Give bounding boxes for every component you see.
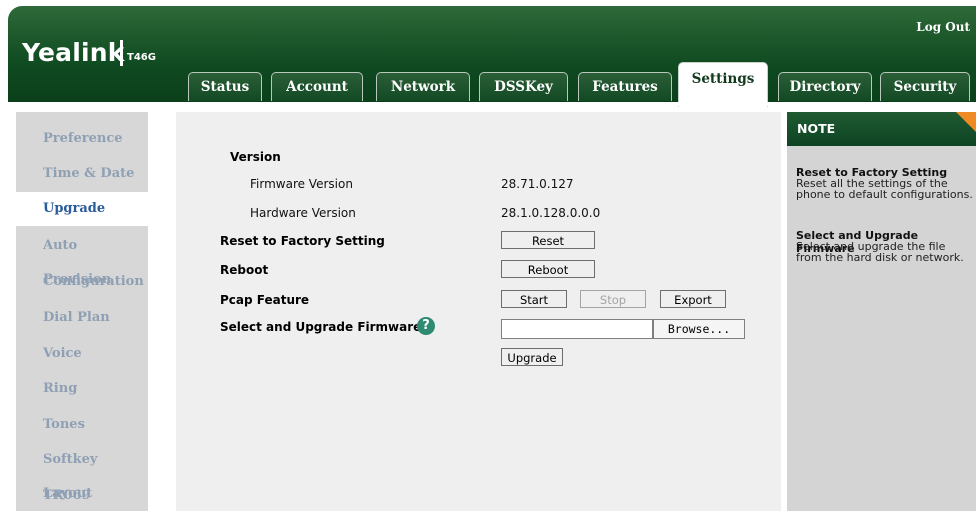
reset-button[interactable]: Reset bbox=[501, 231, 595, 249]
logo-separator bbox=[120, 40, 123, 66]
app-frame: Yealink T46G Log Out Status Account Netw… bbox=[8, 6, 976, 511]
sidebar-item-configuration[interactable]: Configuration bbox=[16, 265, 148, 299]
upgrade-firmware-label: Select and Upgrade Firmware bbox=[220, 320, 422, 334]
model-label: T46G bbox=[127, 52, 156, 63]
reboot-button[interactable]: Reboot bbox=[501, 260, 595, 278]
sidebar-item-softkey-layout[interactable]: Softkey Layout bbox=[16, 443, 148, 501]
tab-directory[interactable]: Directory bbox=[778, 72, 872, 101]
sidebar-item-dial-plan[interactable]: Dial Plan bbox=[16, 301, 148, 335]
sidebar-item-tr069[interactable]: TR069 bbox=[16, 479, 148, 513]
sidebar-item-upgrade[interactable]: Upgrade bbox=[16, 192, 148, 226]
firmware-version-label: Firmware Version bbox=[250, 177, 353, 191]
brand-logo: Yealink bbox=[22, 38, 125, 67]
sidebar-item-tones[interactable]: Tones bbox=[16, 408, 148, 442]
tab-status[interactable]: Status bbox=[188, 72, 262, 101]
sidebar-item-auto-provision[interactable]: Auto Provision bbox=[16, 229, 148, 287]
tab-settings[interactable]: Settings bbox=[678, 62, 768, 107]
help-icon[interactable]: ? bbox=[417, 317, 435, 335]
reset-factory-label: Reset to Factory Setting bbox=[220, 234, 385, 248]
sidebar-item-ring[interactable]: Ring bbox=[16, 372, 148, 406]
hardware-version-value: 28.1.0.128.0.0.0 bbox=[501, 206, 601, 220]
main-content bbox=[176, 112, 781, 511]
pcap-stop-button[interactable]: Stop bbox=[580, 290, 646, 308]
reboot-label: Reboot bbox=[220, 263, 269, 277]
firmware-file-input[interactable] bbox=[501, 319, 653, 339]
tab-features[interactable]: Features bbox=[578, 72, 672, 101]
tab-network[interactable]: Network bbox=[376, 72, 470, 101]
logout-link[interactable]: Log Out bbox=[916, 20, 970, 34]
sidebar: Preference Time & Date Upgrade Auto Prov… bbox=[16, 112, 148, 511]
hardware-version-label: Hardware Version bbox=[250, 206, 356, 220]
sidebar-item-voice[interactable]: Voice bbox=[16, 337, 148, 371]
tab-dsskey[interactable]: DSSKey bbox=[479, 72, 568, 101]
note-header: NOTE bbox=[787, 112, 976, 146]
tab-account[interactable]: Account bbox=[271, 72, 363, 101]
version-heading: Version bbox=[230, 150, 281, 164]
note-upgrade-text: Select and upgrade the file from the har… bbox=[796, 240, 964, 264]
tab-security[interactable]: Security bbox=[880, 72, 970, 101]
firmware-version-value: 28.71.0.127 bbox=[501, 177, 574, 191]
note-corner-icon bbox=[956, 112, 976, 132]
browse-button[interactable]: Browse... bbox=[653, 319, 745, 339]
sidebar-item-time-date[interactable]: Time & Date bbox=[16, 157, 148, 191]
upgrade-button[interactable]: Upgrade bbox=[501, 348, 563, 366]
sidebar-item-preference[interactable]: Preference bbox=[16, 122, 148, 156]
note-panel: NOTE Reset to Factory Setting Reset all … bbox=[787, 112, 976, 511]
pcap-export-button[interactable]: Export bbox=[660, 290, 726, 308]
note-reset-text: Reset all the settings of the phone to d… bbox=[796, 177, 973, 201]
pcap-feature-label: Pcap Feature bbox=[220, 293, 310, 307]
header-bar: Yealink T46G Log Out Status Account Netw… bbox=[8, 6, 976, 107]
pcap-start-button[interactable]: Start bbox=[501, 290, 567, 308]
